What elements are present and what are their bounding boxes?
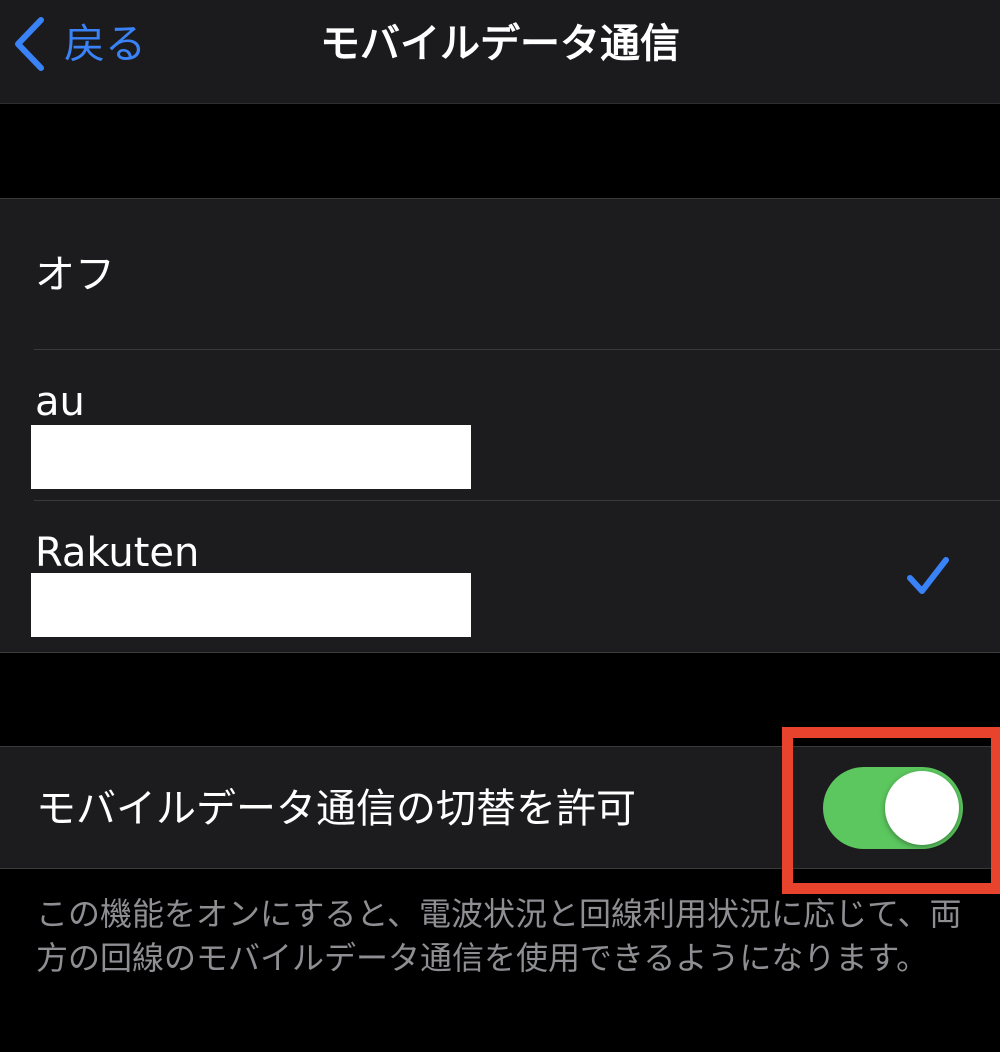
checkmark-icon (906, 556, 950, 600)
settings-screen: 戻る モバイルデータ通信 オフ au Rakuten モバイルデータ通信の切替を… (0, 0, 1000, 1052)
data-switching-label: モバイルデータ通信の切替を許可 (36, 786, 636, 832)
redacted-phone-number (31, 573, 471, 637)
carrier-option-rakuten[interactable]: Rakuten (0, 500, 1000, 652)
carrier-option-au[interactable]: au (0, 349, 1000, 500)
carrier-option-label: オフ (35, 252, 115, 298)
footer-description: この機能をオンにすると、電波状況と回線利用状況に応じて、両方の回線のモバイルデー… (36, 895, 962, 977)
page-title: モバイルデータ通信 (320, 21, 680, 67)
navigation-bar: 戻る モバイルデータ通信 (0, 0, 1000, 104)
carrier-option-off[interactable]: オフ (0, 199, 1000, 349)
highlight-annotation-box (782, 727, 1000, 894)
carrier-list: オフ au Rakuten (0, 198, 1000, 653)
redacted-phone-number (31, 425, 471, 489)
carrier-option-label: au (35, 379, 85, 425)
carrier-option-label: Rakuten (35, 530, 200, 576)
